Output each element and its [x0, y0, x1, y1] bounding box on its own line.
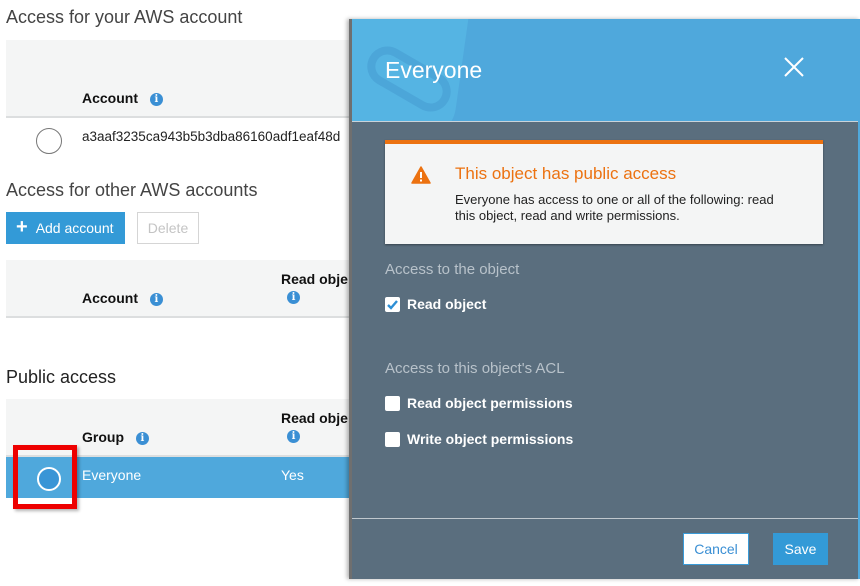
- public-access-title: Public access: [6, 367, 117, 387]
- read-value: Yes: [281, 467, 304, 483]
- info-icon[interactable]: i: [135, 431, 149, 445]
- alert-text: Everyone has access to one or all of the…: [455, 192, 774, 223]
- write-permissions-checkbox[interactable]: [385, 431, 400, 447]
- panel-header: Everyone: [352, 19, 858, 122]
- add-account-label: Add account: [35, 220, 114, 236]
- read-object-label: Read object: [407, 296, 487, 312]
- cancel-button[interactable]: Cancel: [683, 533, 749, 565]
- warning-icon: [411, 166, 431, 184]
- other-accounts-title: Access for other AWS accounts: [6, 180, 258, 200]
- close-icon[interactable]: [782, 55, 806, 79]
- account-radio[interactable]: [36, 128, 62, 154]
- your-account-table-header: Account i: [6, 40, 351, 118]
- add-account-button[interactable]: + Add account: [6, 212, 125, 244]
- object-access-label: Access to the object: [385, 261, 520, 278]
- group-header-label: Group: [82, 429, 124, 445]
- account-column-header: Account i: [82, 90, 163, 106]
- info-icon[interactable]: i: [149, 292, 163, 306]
- info-icon[interactable]: i: [287, 291, 300, 305]
- footer-divider: [352, 518, 858, 519]
- read-permissions-label: Read object permissions: [407, 395, 573, 411]
- account-header-label: Account: [82, 290, 138, 306]
- read-object-header-label: Read obje: [281, 410, 348, 426]
- public-access-alert: This object has public access Everyone h…: [385, 140, 823, 244]
- read-object-checkbox[interactable]: [385, 296, 400, 312]
- read-object-column-header: Read obje i: [281, 410, 348, 444]
- permissions-panel: Everyone This object has public access E…: [349, 19, 860, 579]
- alert-title: This object has public access: [455, 164, 677, 183]
- panel-title: Everyone: [385, 57, 483, 83]
- your-account-title: Access for your AWS account: [6, 7, 243, 27]
- group-name: Everyone: [82, 467, 142, 483]
- account-column-header: Account i: [82, 290, 163, 306]
- read-permissions-checkbox[interactable]: [385, 395, 400, 411]
- highlight-annotation: [13, 445, 77, 509]
- read-object-column-header: Read obje i: [281, 271, 348, 305]
- group-column-header: Group i: [82, 429, 149, 445]
- checkmark-icon: [387, 299, 398, 310]
- other-accounts-table-header: Account i Read obje i: [6, 260, 351, 318]
- info-icon[interactable]: i: [287, 430, 300, 444]
- read-permissions-option[interactable]: Read object permissions: [385, 395, 573, 411]
- read-object-header-label: Read obje: [281, 271, 348, 287]
- read-object-option[interactable]: Read object: [385, 296, 486, 312]
- save-button[interactable]: Save: [773, 533, 828, 565]
- plus-icon: +: [16, 216, 28, 238]
- write-permissions-option[interactable]: Write object permissions: [385, 431, 573, 447]
- account-header-label: Account: [82, 90, 138, 106]
- acl-access-label: Access to this object's ACL: [385, 360, 565, 377]
- info-icon[interactable]: i: [149, 92, 163, 106]
- delete-button[interactable]: Delete: [137, 212, 199, 244]
- write-permissions-label: Write object permissions: [407, 431, 574, 447]
- account-id: a3aaf3235ca943b5b3dba86160adf1eaf48d: [82, 129, 341, 144]
